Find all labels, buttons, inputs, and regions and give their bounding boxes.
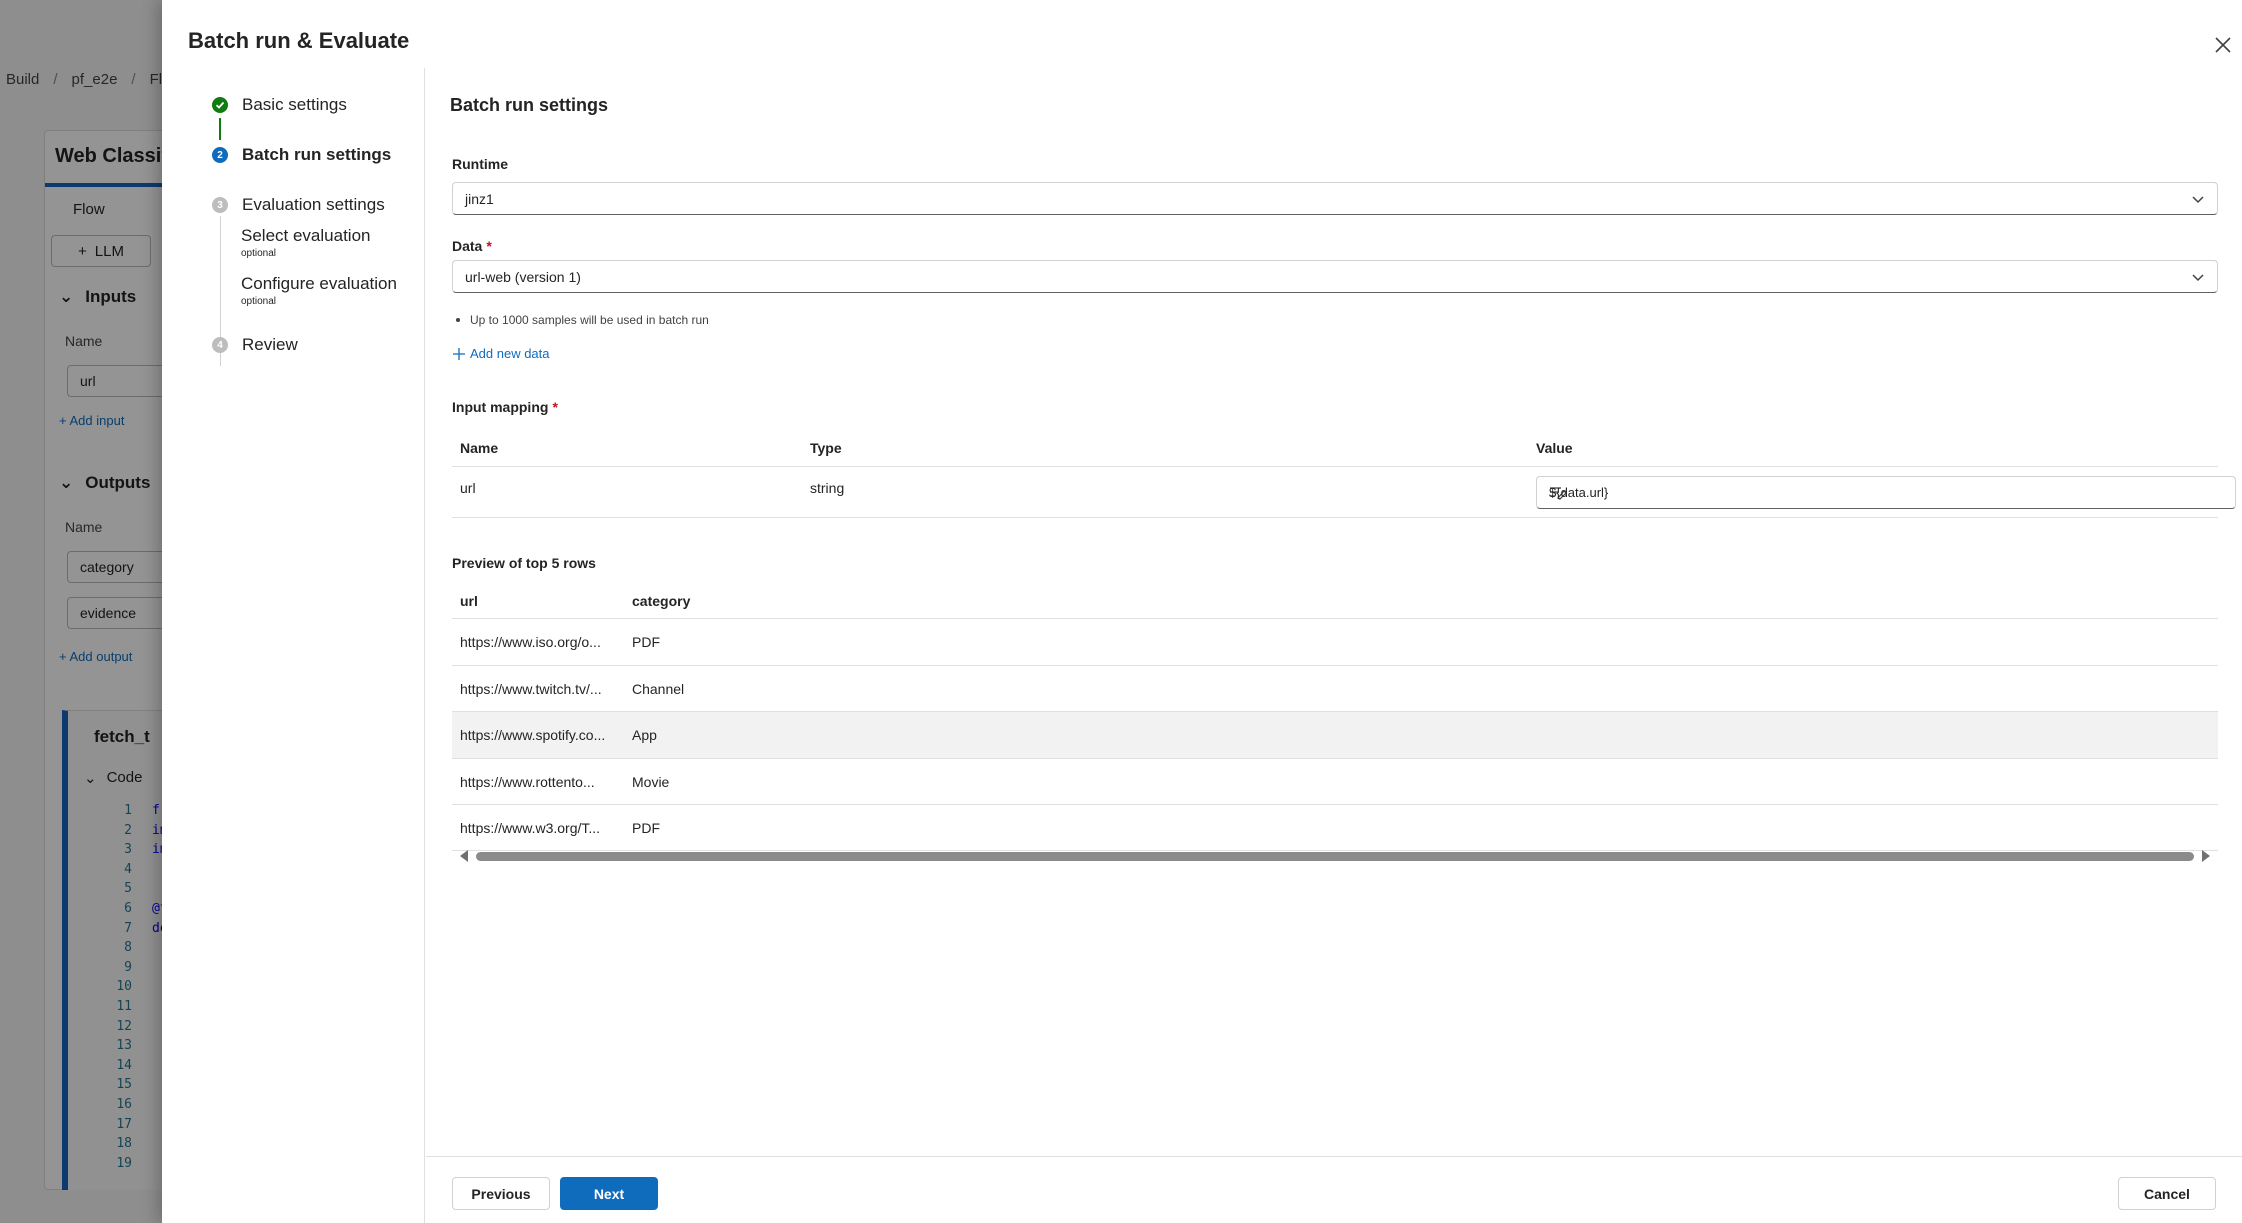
preview-table-body: https://www.iso.org/o... PDF https://www… [452,618,2218,851]
horizontal-scrollbar[interactable] [452,848,2218,864]
data-label-text: Data [452,238,483,254]
column-header-value: Value [1536,440,1573,456]
add-new-data-label: Add new data [470,346,550,361]
substep-label: Select evaluation [241,226,371,245]
data-sample-note: Up to 1000 samples will be used in batch… [456,313,709,327]
cell-url: https://www.spotify.co... [460,727,606,744]
required-asterisk: * [486,238,492,254]
scrollbar-thumb[interactable] [476,852,2194,861]
section-title: Batch run settings [450,95,609,115]
data-dropdown[interactable]: url-web (version 1) [452,260,2218,293]
note-text: Up to 1000 samples will be used in batch… [470,313,709,327]
cell-category: PDF [632,634,660,650]
step-review[interactable]: 4 Review [212,335,298,355]
batch-run-settings-panel: Batch run settings Runtime jinz1 Data * u… [426,68,2242,1156]
optional-label: optional [241,248,277,259]
table-row[interactable]: https://www.twitch.tv/... Channel [452,664,2218,712]
cancel-button[interactable]: Cancel [2118,1177,2216,1210]
scroll-right-icon[interactable] [2202,850,2210,862]
step-label: Batch run settings [242,145,392,164]
chevron-down-icon [2192,195,2204,203]
preview-table-header: url category [452,588,2218,618]
column-header-category: category [632,593,691,609]
scroll-left-icon[interactable] [460,850,468,862]
substep-label: Configure evaluation [241,274,397,293]
dialog-title: Batch run & Evaluate [188,28,410,53]
input-mapping-label: Input mapping * [452,399,558,415]
close-button[interactable] [2208,30,2238,60]
cell-category: App [632,727,657,744]
step-basic-settings[interactable]: Basic settings [212,95,347,115]
batch-run-dialog: Batch run & Evaluate Basic settings 2 Ba… [162,0,2242,1223]
substep-configure-evaluation[interactable]: Configure evaluation optional [241,274,397,308]
runtime-dropdown[interactable]: jinz1 [452,182,2218,215]
cell-category: PDF [632,820,660,837]
cell-url: https://www.twitch.tv/... [460,680,602,697]
step-evaluation-settings[interactable]: 3 Evaluation settings [212,195,385,215]
cell-category: Channel [632,680,685,697]
step-connector [219,118,221,140]
bullet-icon [456,318,460,322]
column-header-url: url [460,593,478,609]
step-label: Basic settings [242,95,347,114]
mapping-value-input[interactable]: ${data.url} [1536,476,2236,509]
data-value: url-web (version 1) [465,268,581,285]
input-mapping-label-text: Input mapping [452,399,549,415]
cell-url: https://www.rottento... [460,773,595,790]
data-label: Data * [452,238,492,254]
step-number-icon: 3 [212,197,228,213]
table-row[interactable]: https://www.iso.org/o... PDF [452,618,2218,665]
table-row[interactable]: https://www.w3.org/T... PDF [452,804,2218,851]
dialog-footer: Previous Next Cancel [426,1156,2242,1223]
next-button[interactable]: Next [560,1177,658,1210]
table-row[interactable]: https://www.spotify.co... App [452,711,2218,758]
required-asterisk: * [552,399,558,415]
plus-icon [453,347,465,360]
runtime-label: Runtime [452,156,508,172]
table-row[interactable]: https://www.rottento... Movie [452,757,2218,805]
substep-select-evaluation[interactable]: Select evaluation optional [241,226,370,260]
column-header-type: Type [810,440,842,456]
step-number-icon: 2 [212,147,228,163]
wizard-stepper: Basic settings 2 Batch run settings 3 Ev… [162,68,425,1223]
input-mapping-row: url string ${data.url} [452,466,2236,518]
input-mapping-header: Name Type Value [452,440,2218,466]
checkmark-icon [212,97,228,113]
preview-title: Preview of top 5 rows [452,555,596,571]
runtime-value: jinz1 [465,190,494,207]
step-batch-run-settings[interactable]: 2 Batch run settings [212,145,391,165]
mapping-type: string [810,480,845,496]
add-new-data-link[interactable]: Add new data [452,346,550,361]
mapping-name: url [460,480,476,496]
cell-url: https://www.iso.org/o... [460,634,601,650]
step-label: Review [242,335,298,354]
optional-label: optional [241,296,277,307]
cell-url: https://www.w3.org/T... [460,820,601,837]
step-number-icon: 4 [212,337,228,353]
step-label: Evaluation settings [242,195,385,214]
mapping-value-text: ${data.url} [1549,485,1609,500]
previous-button[interactable]: Previous [452,1177,550,1210]
cell-category: Movie [632,773,670,790]
close-icon [2215,37,2231,53]
chevron-down-icon [2192,273,2204,281]
column-header-name: Name [460,440,499,456]
